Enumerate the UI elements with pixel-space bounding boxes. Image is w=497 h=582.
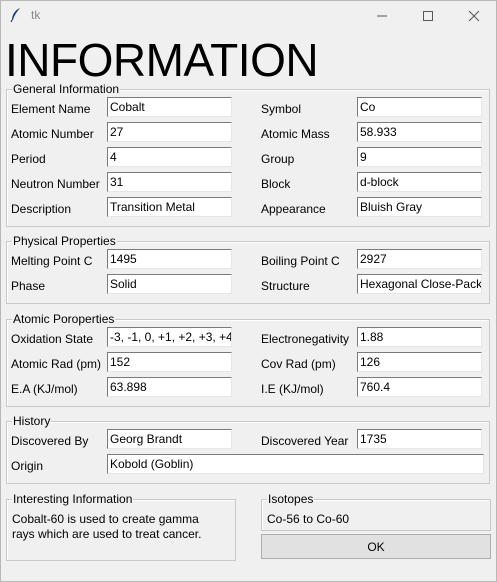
page-heading: INFORMATION bbox=[5, 34, 319, 86]
melting-point-field[interactable]: 1495 bbox=[107, 249, 232, 269]
interesting-text-line-1: Cobalt-60 is used to create gamma bbox=[12, 512, 199, 526]
origin-field[interactable]: Kobold (Goblin) bbox=[107, 454, 484, 474]
phase-field[interactable]: Solid bbox=[107, 274, 232, 294]
element-name-label: Element Name bbox=[11, 102, 91, 116]
oxidation-state-field[interactable]: -3, -1, 0, +1, +2, +3, +4, +5 bbox=[107, 327, 232, 347]
interesting-text-line-2: rays which are used to treat cancer. bbox=[12, 527, 202, 541]
feather-icon bbox=[10, 8, 20, 23]
minimize-icon bbox=[377, 15, 387, 16]
frame-legend: Atomic Poroperties bbox=[12, 312, 116, 326]
block-label: Block bbox=[261, 177, 291, 191]
electronegativity-field[interactable]: 1.88 bbox=[357, 327, 482, 347]
frame-legend: Physical Properties bbox=[12, 234, 117, 248]
origin-label: Origin bbox=[11, 459, 44, 473]
atomic-radius-label: Atomic Rad (pm) bbox=[11, 357, 102, 371]
neutron-number-field[interactable]: 31 bbox=[107, 172, 232, 192]
atomic-number-label: Atomic Number bbox=[11, 127, 94, 141]
covalent-radius-field[interactable]: 126 bbox=[357, 352, 482, 372]
appearance-field[interactable]: Bluish Gray bbox=[357, 197, 482, 217]
phase-label: Phase bbox=[11, 279, 46, 293]
frame-legend: Isotopes bbox=[267, 492, 315, 506]
frame-legend: History bbox=[12, 414, 52, 428]
structure-label: Structure bbox=[261, 279, 310, 293]
ionization-energy-field[interactable]: 760.4 bbox=[357, 377, 482, 397]
frame-legend: Interesting Information bbox=[12, 492, 134, 506]
period-label: Period bbox=[11, 152, 46, 166]
structure-field[interactable]: Hexagonal Close-Packed bbox=[357, 274, 482, 294]
ok-button[interactable]: OK bbox=[261, 534, 491, 559]
discovered-by-label: Discovered By bbox=[11, 434, 89, 448]
isotopes-text: Co-56 to Co-60 bbox=[267, 512, 350, 526]
neutron-number-label: Neutron Number bbox=[11, 177, 100, 191]
frame-legend: General Information bbox=[12, 82, 121, 96]
title-bar: tk bbox=[0, 0, 497, 31]
period-field[interactable]: 4 bbox=[107, 147, 232, 167]
symbol-field[interactable]: Co bbox=[357, 97, 482, 117]
element-name-field[interactable]: Cobalt bbox=[107, 97, 232, 117]
group-label: Group bbox=[261, 152, 295, 166]
atomic-radius-field[interactable]: 152 bbox=[107, 352, 232, 372]
atomic-number-field[interactable]: 27 bbox=[107, 122, 232, 142]
atomic-mass-field[interactable]: 58.933 bbox=[357, 122, 482, 142]
oxidation-state-label: Oxidation State bbox=[11, 332, 94, 346]
boiling-point-label: Boiling Point C bbox=[261, 254, 340, 268]
maximize-button[interactable] bbox=[405, 0, 451, 31]
symbol-label: Symbol bbox=[261, 102, 302, 116]
window-title: tk bbox=[31, 8, 41, 22]
boiling-point-field[interactable]: 2927 bbox=[357, 249, 482, 269]
maximize-icon bbox=[423, 10, 433, 21]
melting-point-label: Melting Point C bbox=[11, 254, 93, 268]
electron-affinity-field[interactable]: 63.898 bbox=[107, 377, 232, 397]
close-button[interactable] bbox=[451, 0, 497, 31]
discovered-by-field[interactable]: Georg Brandt bbox=[107, 429, 232, 449]
electronegativity-label: Electronegativity bbox=[261, 332, 350, 346]
appearance-label: Appearance bbox=[261, 202, 326, 216]
atomic-mass-label: Atomic Mass bbox=[261, 127, 330, 141]
discovered-year-label: Discovered Year bbox=[261, 434, 349, 448]
group-field[interactable]: 9 bbox=[357, 147, 482, 167]
close-icon bbox=[468, 10, 480, 21]
description-label: Description bbox=[11, 202, 72, 216]
minimize-button[interactable] bbox=[359, 0, 405, 31]
electron-affinity-label: E.A (KJ/mol) bbox=[11, 382, 78, 396]
block-field[interactable]: d-block bbox=[357, 172, 482, 192]
ionization-energy-label: I.E (KJ/mol) bbox=[261, 382, 324, 396]
discovered-year-field[interactable]: 1735 bbox=[357, 429, 482, 449]
covalent-radius-label: Cov Rad (pm) bbox=[261, 357, 336, 371]
description-field[interactable]: Transition Metal bbox=[107, 197, 232, 217]
